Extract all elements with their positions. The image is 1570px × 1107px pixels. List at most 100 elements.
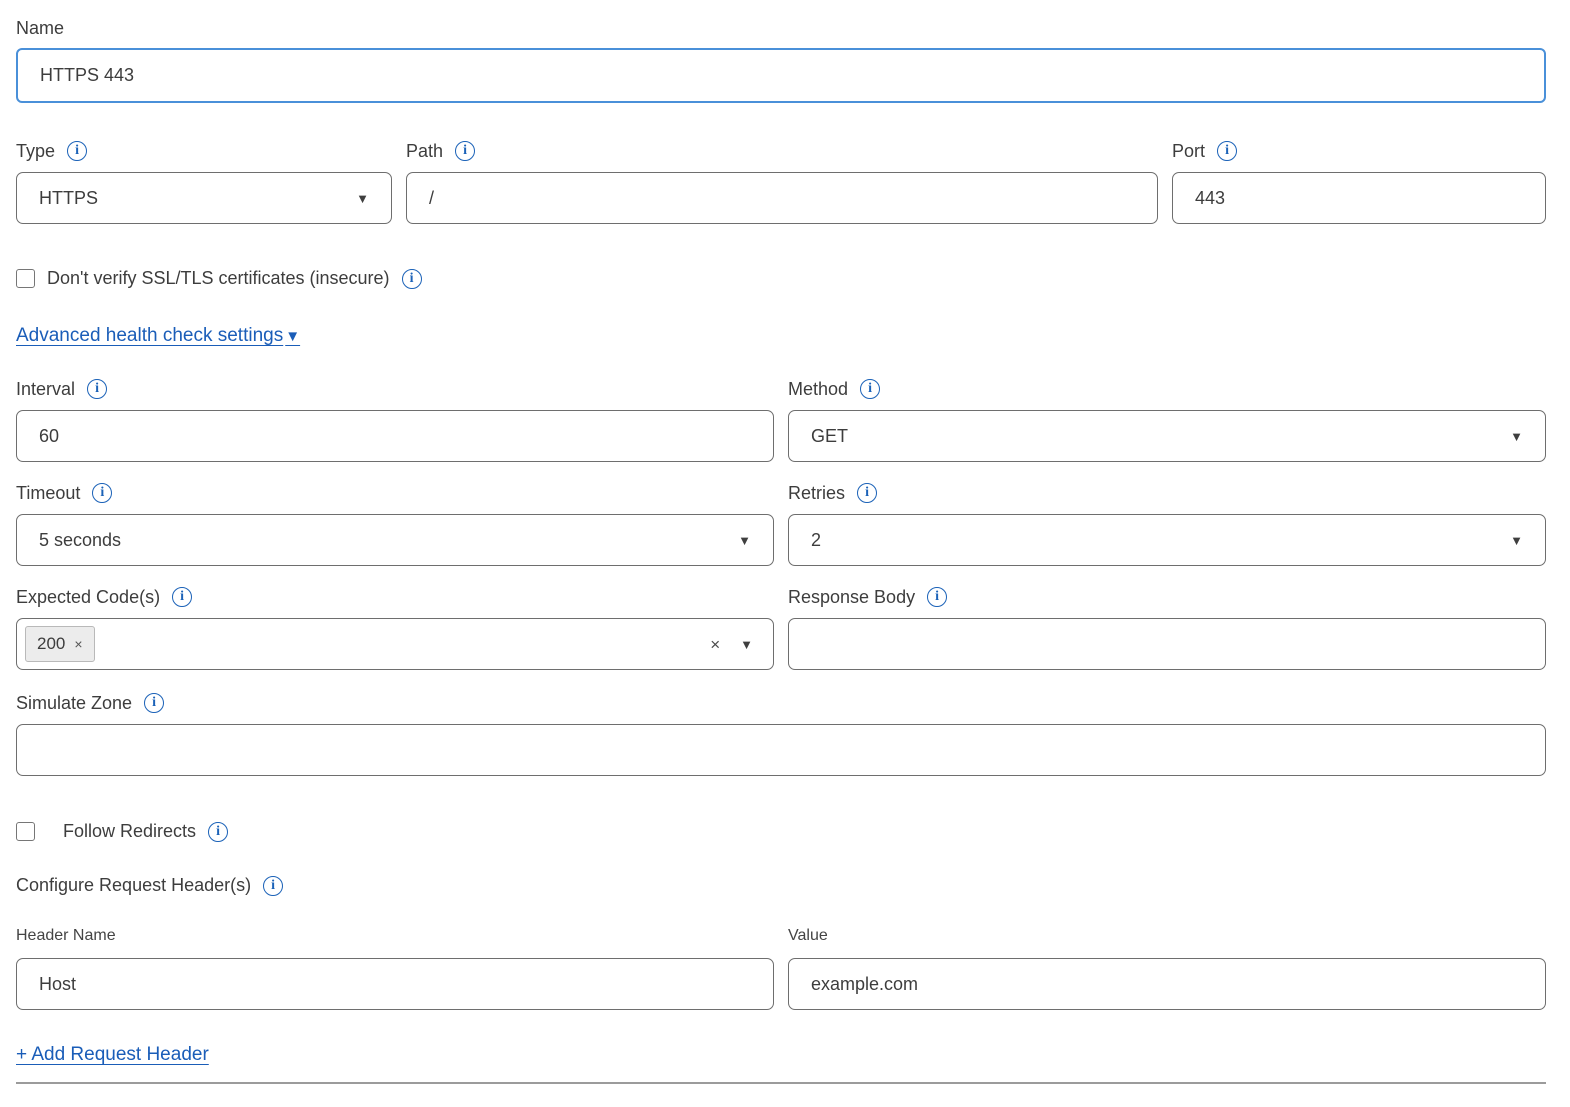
codes-body-row: Expected Code(s) i 200 × × ▼ Response Bo…	[16, 585, 1546, 670]
interval-method-row: Interval i Method i GET ▼	[16, 377, 1546, 462]
timeout-label: Timeout i	[16, 481, 774, 505]
request-headers-title: Configure Request Header(s) i	[16, 875, 1546, 896]
retries-group: Retries i 2 ▼	[788, 481, 1546, 566]
follow-redirects-label-wrap: Follow Redirects i	[63, 821, 228, 842]
expected-codes-label: Expected Code(s) i	[16, 585, 774, 609]
path-label: Path i	[406, 139, 1158, 163]
response-body-group: Response Body i	[788, 585, 1546, 670]
port-label-text: Port	[1172, 139, 1205, 163]
bottom-divider	[16, 1082, 1546, 1084]
response-body-input[interactable]	[788, 618, 1546, 670]
timeout-info-icon[interactable]: i	[92, 483, 112, 503]
path-input[interactable]	[406, 172, 1158, 224]
add-header-row: + Add Request Header	[16, 1044, 1546, 1066]
retries-label: Retries i	[788, 481, 1546, 505]
header-name-column-label: Header Name	[16, 924, 774, 948]
method-info-icon[interactable]: i	[860, 379, 880, 399]
add-request-header-link[interactable]: + Add Request Header	[16, 1044, 209, 1066]
retries-select[interactable]: 2 ▼	[788, 514, 1546, 566]
ssl-verify-label: Don't verify SSL/TLS certificates (insec…	[47, 268, 390, 289]
advanced-settings-link[interactable]: Advanced health check settings ▼	[16, 325, 300, 347]
expected-codes-info-icon[interactable]: i	[172, 587, 192, 607]
interval-label-text: Interval	[16, 377, 75, 401]
type-path-port-row: Type i HTTPS ▼ Path i Port i	[16, 139, 1546, 224]
interval-label: Interval i	[16, 377, 774, 401]
retries-select-value: 2	[811, 530, 821, 551]
method-label-text: Method	[788, 377, 848, 401]
interval-input[interactable]	[16, 410, 774, 462]
simulate-zone-info-icon[interactable]: i	[144, 693, 164, 713]
type-group: Type i HTTPS ▼	[16, 139, 392, 224]
timeout-select[interactable]: 5 seconds ▼	[16, 514, 774, 566]
method-select[interactable]: GET ▼	[788, 410, 1546, 462]
method-select-value: GET	[811, 426, 848, 447]
expected-codes-multiselect[interactable]: 200 × × ▼	[16, 618, 774, 670]
ssl-verify-row: Don't verify SSL/TLS certificates (insec…	[16, 268, 1546, 289]
timeout-retries-row: Timeout i 5 seconds ▼ Retries i 2 ▼	[16, 481, 1546, 566]
health-check-form: Name Type i HTTPS ▼ Path i Port i	[0, 0, 1570, 1084]
chevron-down-icon: ▼	[356, 192, 369, 205]
header-columns-row: Header Name Value	[16, 924, 1546, 948]
chevron-down-icon: ▼	[1510, 534, 1523, 547]
follow-redirects-info-icon[interactable]: i	[208, 822, 228, 842]
advanced-settings-row: Advanced health check settings ▼	[16, 325, 1546, 347]
request-headers-title-text: Configure Request Header(s)	[16, 875, 251, 896]
simulate-zone-input[interactable]	[16, 724, 1546, 776]
path-info-icon[interactable]: i	[455, 141, 475, 161]
expected-code-chip: 200 ×	[25, 626, 95, 662]
follow-redirects-checkbox[interactable]	[16, 822, 35, 841]
simulate-zone-group: Simulate Zone i	[16, 691, 1546, 776]
add-request-header-link-text: + Add Request Header	[16, 1044, 209, 1066]
expected-codes-label-text: Expected Code(s)	[16, 585, 160, 609]
ssl-verify-info-icon[interactable]: i	[402, 269, 422, 289]
response-body-label-text: Response Body	[788, 585, 915, 609]
type-select[interactable]: HTTPS ▼	[16, 172, 392, 224]
advanced-settings-link-text: Advanced health check settings	[16, 325, 283, 347]
chevron-down-icon: ▼	[738, 534, 751, 547]
follow-redirects-label: Follow Redirects	[63, 821, 196, 842]
expected-codes-group: Expected Code(s) i 200 × × ▼	[16, 585, 774, 670]
interval-info-icon[interactable]: i	[87, 379, 107, 399]
name-label-text: Name	[16, 16, 64, 40]
response-body-label: Response Body i	[788, 585, 1546, 609]
follow-redirects-row: Follow Redirects i	[16, 821, 1546, 842]
response-body-info-icon[interactable]: i	[927, 587, 947, 607]
type-label-text: Type	[16, 139, 55, 163]
simulate-zone-label-text: Simulate Zone	[16, 691, 132, 715]
retries-label-text: Retries	[788, 481, 845, 505]
expected-code-chip-text: 200	[37, 634, 65, 654]
chevron-down-icon[interactable]: ▼	[740, 638, 753, 651]
path-label-text: Path	[406, 139, 443, 163]
name-label: Name	[16, 16, 1546, 40]
chevron-down-icon: ▼	[285, 329, 300, 344]
port-input[interactable]	[1172, 172, 1546, 224]
chevron-down-icon: ▼	[1510, 430, 1523, 443]
type-label: Type i	[16, 139, 392, 163]
method-label: Method i	[788, 377, 1546, 401]
port-info-icon[interactable]: i	[1217, 141, 1237, 161]
path-group: Path i	[406, 139, 1158, 224]
header-name-input[interactable]	[16, 958, 774, 1010]
header-value-column-label-text: Value	[788, 924, 828, 948]
timeout-select-value: 5 seconds	[39, 530, 121, 551]
timeout-label-text: Timeout	[16, 481, 80, 505]
clear-icon[interactable]: ×	[710, 636, 720, 653]
header-value-input[interactable]	[788, 958, 1546, 1010]
request-headers-info-icon[interactable]: i	[263, 876, 283, 896]
name-input[interactable]	[16, 48, 1546, 103]
chip-remove-icon[interactable]: ×	[74, 636, 82, 652]
retries-info-icon[interactable]: i	[857, 483, 877, 503]
timeout-group: Timeout i 5 seconds ▼	[16, 481, 774, 566]
header-row	[16, 958, 1546, 1010]
simulate-zone-label: Simulate Zone i	[16, 691, 1546, 715]
interval-group: Interval i	[16, 377, 774, 462]
port-label: Port i	[1172, 139, 1546, 163]
header-value-column-label: Value	[788, 924, 1546, 948]
type-select-value: HTTPS	[39, 188, 98, 209]
port-group: Port i	[1172, 139, 1546, 224]
method-group: Method i GET ▼	[788, 377, 1546, 462]
multiselect-controls: × ▼	[710, 636, 753, 653]
type-info-icon[interactable]: i	[67, 141, 87, 161]
ssl-verify-checkbox[interactable]	[16, 269, 35, 288]
header-name-column-label-text: Header Name	[16, 924, 116, 948]
